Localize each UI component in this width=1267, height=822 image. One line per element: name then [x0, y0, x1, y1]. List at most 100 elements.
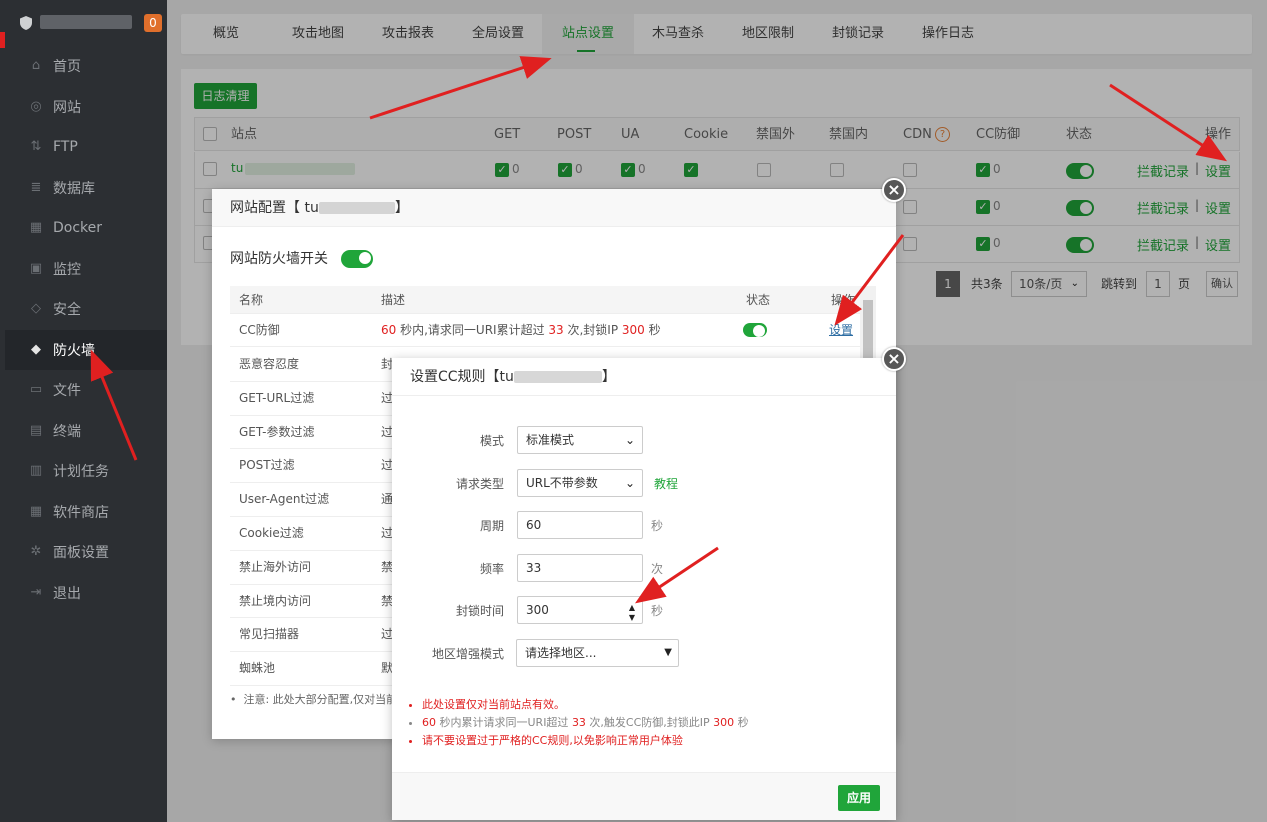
- cc-rule-title: 设置CC规则【tu 】: [392, 358, 896, 396]
- request-type-row: 请求类型 URL不带参数 ⌄ 教程: [392, 469, 896, 499]
- sidebar-item-label: 监控: [53, 261, 81, 278]
- rth-status: 状态: [746, 293, 771, 307]
- caret-down-icon: ▼: [664, 647, 672, 658]
- shield-icon: ◇: [31, 301, 41, 317]
- sidebar-item-label: 计划任务: [53, 464, 109, 481]
- cc-rule-notes: 此处设置仅对当前站点有效。 60 秒内累计请求同一URI超过 33 次,触发CC…: [422, 696, 749, 750]
- sidebar-item-0[interactable]: ⌂ 首页: [5, 46, 167, 87]
- redacted-domain: [513, 371, 602, 383]
- sidebar-item-13[interactable]: ⇥ 退出: [5, 573, 167, 614]
- frequency-input[interactable]: 33: [517, 554, 643, 582]
- sidebar-item-10[interactable]: ▥ 计划任务: [5, 451, 167, 492]
- ftp-icon: ⇅: [30, 139, 42, 155]
- sidebar-item-label: Docker: [53, 220, 103, 237]
- database-icon: ≣: [30, 179, 42, 195]
- title-prefix: 网站配置【 tu: [230, 200, 319, 216]
- region-row: 地区增强模式 请选择地区... ▼: [392, 639, 896, 669]
- sidebar-item-label: 网站: [53, 99, 81, 116]
- home-icon: ⌂: [31, 58, 41, 74]
- period-unit: 秒: [651, 519, 664, 533]
- sidebar-item-12[interactable]: ✲ 面板设置: [5, 532, 167, 573]
- mode-value: 标准模式: [526, 433, 575, 447]
- firewall-switch-label: 网站防火墙开关: [230, 251, 328, 267]
- close-icon[interactable]: ×: [882, 347, 906, 371]
- cc-rule-settings-link[interactable]: 设置: [829, 314, 853, 347]
- region-label: 地区增强模式: [431, 647, 504, 661]
- rule-name: GET-URL过滤: [239, 390, 315, 405]
- folder-icon: ▭: [29, 382, 43, 398]
- mode-row: 模式 标准模式 ⌄: [392, 426, 896, 456]
- frequency-unit: 次: [651, 562, 664, 576]
- cc-rule-name: CC防御: [239, 323, 280, 337]
- logo-shield-icon: [20, 16, 32, 30]
- gear-icon: ✲: [30, 544, 42, 560]
- sidebar-item-label: 首页: [53, 59, 81, 76]
- firewall-switch[interactable]: [341, 250, 373, 268]
- title-prefix: 设置CC规则【tu: [410, 369, 514, 385]
- sidebar-item-7[interactable]: ◆ 防火墙: [5, 329, 167, 370]
- sidebar-item-3[interactable]: ≣ 数据库: [5, 168, 167, 209]
- block-time-input[interactable]: 300 ▲ ▼: [517, 596, 643, 624]
- sidebar-item-label: 软件商店: [53, 504, 109, 521]
- sidebar-item-label: 安全: [53, 302, 81, 319]
- rule-name: 常见扫描器: [239, 627, 300, 642]
- sidebar-item-11[interactable]: ▦ 软件商店: [5, 492, 167, 533]
- firewall-icon: ◆: [31, 341, 41, 357]
- rth-name: 名称: [239, 293, 264, 307]
- mode-select[interactable]: 标准模式 ⌄: [517, 426, 643, 454]
- region-select[interactable]: 请选择地区... ▼: [516, 639, 679, 667]
- sidebar-item-label: 防火墙: [53, 342, 95, 359]
- region-value: 请选择地区...: [525, 646, 597, 660]
- sidebar-item-label: 退出: [53, 585, 81, 602]
- sidebar-item-label: 数据库: [53, 180, 95, 197]
- rule-name: POST过滤: [239, 458, 295, 473]
- period-row: 周期 60 秒: [392, 511, 896, 541]
- request-type-value: URL不带参数: [526, 476, 598, 490]
- rule-name: 蜘蛛池: [239, 661, 276, 676]
- notification-badge[interactable]: 0: [144, 14, 162, 32]
- block-time-row: 封锁时间 300 ▲ ▼ 秒: [392, 596, 896, 626]
- mode-label: 模式: [479, 434, 504, 448]
- frequency-row: 频率 33 次: [392, 554, 896, 584]
- request-type-select[interactable]: URL不带参数 ⌄: [517, 469, 643, 497]
- sidebar-item-5[interactable]: ▣ 监控: [5, 249, 167, 290]
- sidebar-item-1[interactable]: ◎ 网站: [5, 87, 167, 128]
- block-time-value: 300: [526, 603, 549, 617]
- cc-rule-toggle[interactable]: [743, 323, 767, 337]
- sidebar-item-8[interactable]: ▭ 文件: [5, 370, 167, 411]
- rule-name: GET-参数过滤: [239, 424, 315, 439]
- period-input[interactable]: 60: [517, 511, 643, 539]
- block-time-label: 封锁时间: [455, 604, 504, 618]
- chevron-down-icon: ⌄: [624, 476, 635, 490]
- cc-rule-desc: 60 秒内,请求同一URI累计超过 33 次,封锁IP 300 秒: [381, 323, 661, 337]
- title-suffix: 】: [394, 200, 409, 216]
- rule-table-header: 名称 描述 状态 操作: [230, 286, 876, 314]
- redacted-domain: [318, 202, 395, 214]
- terminal-icon: ▤: [29, 422, 43, 438]
- rule-name: Cookie过滤: [239, 525, 304, 540]
- period-label: 周期: [479, 519, 504, 533]
- close-icon[interactable]: ×: [882, 178, 906, 202]
- sidebar-item-9[interactable]: ▤ 终端: [5, 411, 167, 452]
- sidebar-item-4[interactable]: ▦ Docker: [5, 208, 167, 249]
- rule-name: User-Agent过滤: [239, 492, 330, 507]
- rth-desc: 描述: [381, 293, 406, 307]
- cc-rule-dialog: 设置CC规则【tu 】 模式 标准模式 ⌄ 请求类型 URL不带参数 ⌄ 教程 周期 …: [392, 358, 896, 820]
- dialog1-note-text: 注意: 此处大部分配置,仅对当前: [243, 693, 398, 706]
- cc-rule-row: CC防御 60 秒内,请求同一URI累计超过 33 次,封锁IP 300 秒 设…: [230, 314, 876, 347]
- grid-icon: ▦: [29, 503, 43, 519]
- logout-icon: ⇥: [30, 584, 42, 600]
- sidebar-item-label: 文件: [53, 383, 81, 400]
- sidebar-item-2[interactable]: ⇅ FTP: [5, 127, 167, 168]
- apply-button[interactable]: 应用: [838, 785, 880, 811]
- note-3: 请不要设置过于严格的CC规则,以免影响正常用户体验: [422, 732, 749, 750]
- frequency-label: 频率: [479, 562, 504, 576]
- sidebar-item-6[interactable]: ◇ 安全: [5, 289, 167, 330]
- tutorial-link[interactable]: 教程: [654, 469, 678, 499]
- spinner-icon[interactable]: ▲ ▼: [629, 603, 635, 623]
- globe-icon: ◎: [30, 98, 42, 114]
- request-type-label: 请求类型: [455, 477, 504, 491]
- site-config-title: 网站配置【 tu 】: [212, 189, 896, 227]
- block-time-unit: 秒: [651, 604, 664, 618]
- sidebar-header: 0: [0, 0, 167, 48]
